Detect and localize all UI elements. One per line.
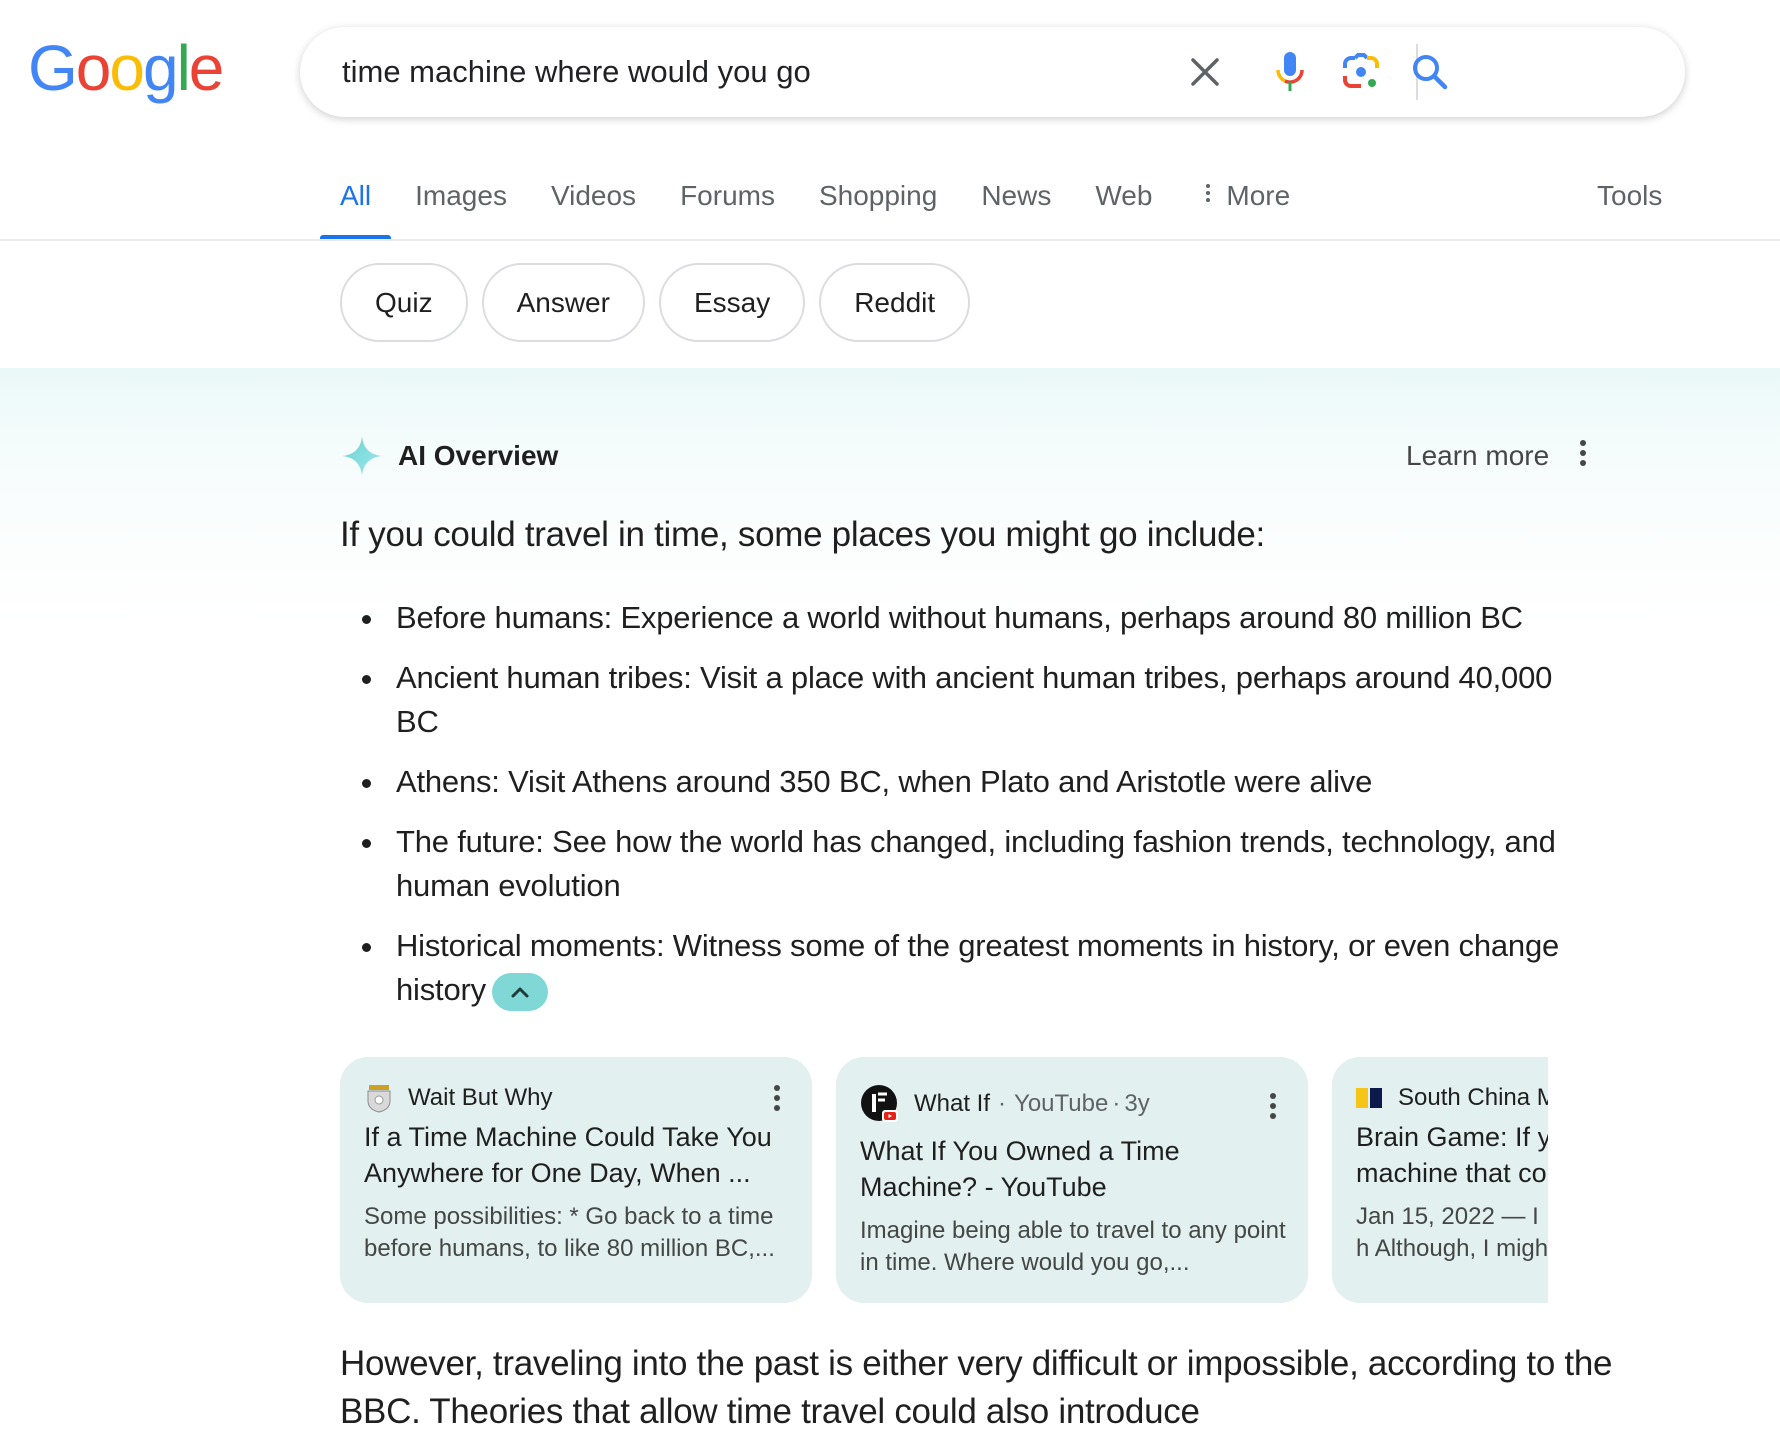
tab-more-label: More [1226, 180, 1291, 211]
card-title[interactable]: What If You Owned a Time Machine? - YouT… [860, 1133, 1290, 1205]
ai-overview-list: Before humans: Experience a world withou… [340, 596, 1590, 1028]
list-item-text: Athens: Visit Athens around 350 BC, when… [396, 764, 1373, 799]
logo-letter: G [28, 32, 78, 104]
image-search-button[interactable] [1331, 27, 1391, 117]
chip-essay[interactable]: Essay [658, 263, 806, 342]
chevron-up-icon [511, 987, 529, 998]
list-item: Ancient human tribes: Visit a place with… [340, 656, 1590, 744]
ai-overview-title: AI Overview [398, 440, 559, 471]
tools-button[interactable]: Tools [1597, 172, 1662, 220]
card-source: What If · YouTube · 3y [860, 1083, 1150, 1125]
source-card[interactable]: What If · YouTube · 3y What If You Owned… [836, 1057, 1308, 1303]
refinement-chips: Quiz Answer Essay Reddit [340, 263, 984, 342]
ai-sparkle-icon [342, 436, 382, 476]
logo-letter: g [142, 32, 179, 104]
logo-letter: o [109, 32, 145, 104]
tabs-divider [0, 239, 1780, 241]
lens-camera-icon [1343, 53, 1379, 88]
list-item: Athens: Visit Athens around 350 BC, when… [340, 760, 1590, 804]
ai-overview-menu-button[interactable] [1576, 440, 1590, 472]
chip-quiz[interactable]: Quiz [340, 263, 468, 342]
search-bar[interactable]: time machine where would you go [300, 27, 1685, 117]
wait-but-why-favicon-icon [367, 1085, 391, 1113]
list-item: Historical moments: Witness some of the … [340, 924, 1590, 1012]
card-age: 3y [1124, 1090, 1150, 1117]
google-logo[interactable]: Google [28, 32, 225, 104]
card-source: Wait But Why [364, 1077, 552, 1119]
card-title[interactable]: If a Time Machine Could Take You Anywher… [364, 1119, 794, 1191]
clear-button[interactable] [1175, 27, 1235, 117]
more-vert-icon [772, 1085, 782, 1111]
more-vert-icon [1576, 440, 1590, 466]
chip-reddit[interactable]: Reddit [819, 263, 971, 342]
logo-letter: e [188, 32, 225, 104]
list-item: Before humans: Experience a world withou… [340, 596, 1590, 640]
search-input[interactable]: time machine where would you go [342, 27, 811, 117]
ai-overview-intro: If you could travel in time, some places… [340, 515, 1265, 554]
more-vert-icon [1206, 184, 1212, 205]
clear-icon [1191, 58, 1219, 86]
card-meta-separator: · [998, 1090, 1007, 1117]
search-icon [1413, 55, 1448, 90]
logo-letter: l [176, 32, 191, 104]
card-snippet: Some possibilities: * Go back to a time … [364, 1203, 775, 1262]
source-card[interactable]: Wait But Why If a Time Machine Could Tak… [340, 1057, 812, 1303]
card-snippet: Jan 15, 2022 — I h Although, I might [1356, 1203, 1548, 1262]
what-if-channel-icon [861, 1085, 898, 1122]
more-vert-icon [1268, 1093, 1278, 1119]
learn-more-link[interactable]: Learn more [1406, 436, 1549, 476]
list-item-text: The future: See how the world has change… [396, 824, 1556, 903]
card-menu-button[interactable] [1268, 1093, 1278, 1121]
tab-videos[interactable]: Videos [551, 172, 636, 240]
tab-forums[interactable]: Forums [680, 172, 775, 240]
card-site-name: South China M [1398, 1084, 1548, 1111]
tab-news[interactable]: News [981, 172, 1051, 240]
voice-search-button[interactable] [1260, 27, 1320, 117]
tab-all[interactable]: All [319, 172, 392, 240]
list-item-text: Historical moments: Witness some of the … [396, 928, 1560, 1007]
search-button[interactable] [1400, 27, 1460, 117]
collapse-button[interactable] [491, 972, 548, 1011]
scmp-favicon-icon [1356, 1088, 1382, 1108]
ai-overview-paragraph: However, traveling into the past is eith… [340, 1344, 1613, 1431]
source-card[interactable]: South China M Brain Game: If y machine t… [1332, 1057, 1548, 1303]
card-site-name: Wait But Why [408, 1084, 553, 1111]
card-menu-button[interactable] [772, 1085, 782, 1113]
list-item-text: Ancient human tribes: Visit a place with… [396, 660, 1553, 739]
microphone-icon [1276, 52, 1304, 91]
list-item: The future: See how the world has change… [340, 820, 1590, 908]
card-platform: YouTube [1014, 1090, 1109, 1117]
card-snippet: Imagine being able to travel to any poin… [860, 1217, 1286, 1276]
chip-answer[interactable]: Answer [481, 263, 645, 342]
card-source: South China M [1356, 1077, 1548, 1119]
card-site-name: What If [914, 1090, 991, 1117]
search-tabs: All Images Videos Forums Shopping News W… [319, 172, 1334, 240]
list-item-text: Before humans: Experience a world withou… [396, 600, 1523, 635]
logo-letter: o [75, 32, 112, 104]
tab-shopping[interactable]: Shopping [819, 172, 937, 240]
ai-overview-header: AI Overview [340, 432, 558, 480]
source-cards: Wait But Why If a Time Machine Could Tak… [340, 1057, 1548, 1303]
card-meta-separator: · [1112, 1090, 1121, 1117]
tab-more[interactable]: More [1206, 172, 1290, 240]
tab-web[interactable]: Web [1095, 172, 1152, 240]
tab-images[interactable]: Images [415, 172, 507, 240]
card-title[interactable]: Brain Game: If y machine that co [1356, 1119, 1548, 1191]
